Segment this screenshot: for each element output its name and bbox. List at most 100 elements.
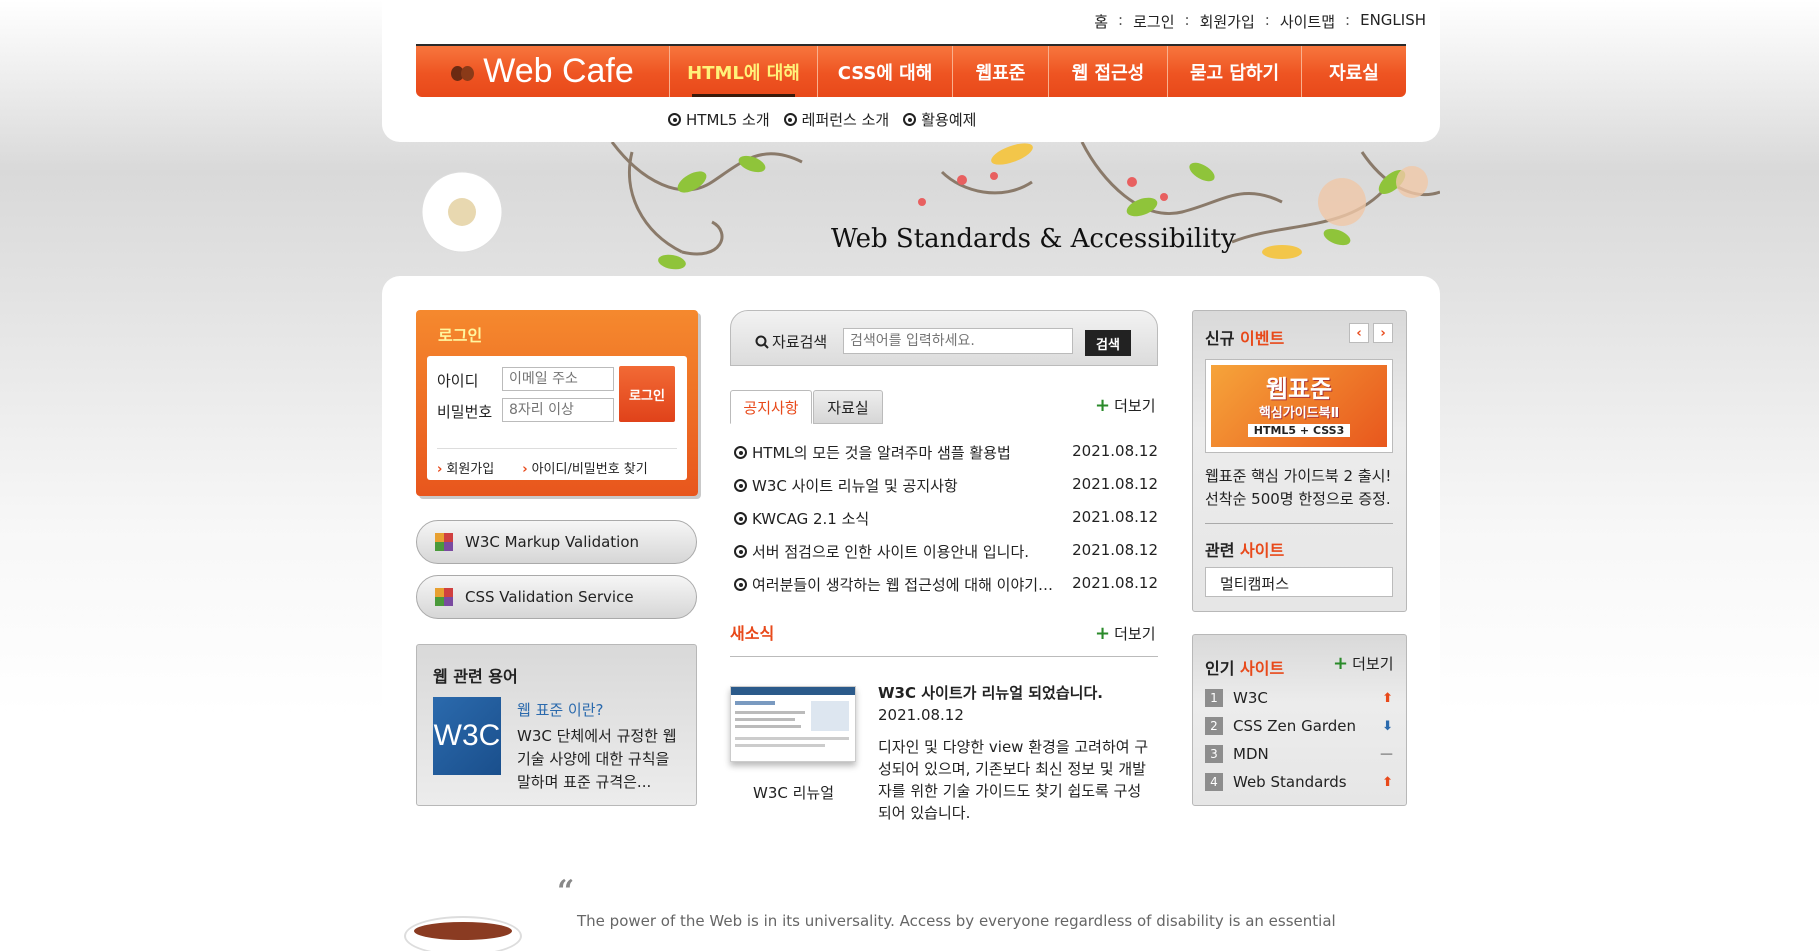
logo-text: Web Cafe — [483, 52, 634, 90]
separator: : — [1118, 11, 1124, 29]
news-title: 새소식 — [730, 624, 775, 643]
gnb-web-standards[interactable]: 웹표준 — [953, 46, 1049, 97]
list-item[interactable]: W3C 사이트 리뉴얼 및 공지사항 2021.08.12 — [734, 475, 1158, 496]
gnb-accessibility[interactable]: 웹 접근성 — [1049, 46, 1168, 97]
utility-nav: 홈: 로그인: 회원가입: 사이트맵: ENGLISH — [1094, 11, 1426, 32]
rank-site-name: MDN — [1233, 745, 1269, 763]
login-button[interactable]: 로그인 — [619, 366, 675, 422]
coffee-bean-icon — [451, 64, 475, 81]
more-label: 더보기 — [1114, 397, 1156, 415]
rank-number: 3 — [1205, 745, 1223, 763]
login-box: 로그인 아이디 비밀번호 로그인 ›회원가입 ›아이디/비밀번호 찾기 — [416, 310, 698, 496]
password-input[interactable] — [502, 398, 614, 422]
rank-number: 2 — [1205, 717, 1223, 735]
rank-number: 1 — [1205, 689, 1223, 707]
rank-row[interactable]: 4 Web Standards ⬆ — [1205, 773, 1393, 791]
web-terms-box: 웹 관련 용어 W3C 웹 표준 이란? W3C 단체에서 규정한 웹 기술 사… — [416, 644, 697, 806]
plus-icon: + — [1095, 623, 1111, 644]
util-home-link[interactable]: 홈 — [1094, 11, 1108, 32]
login-title: 로그인 — [438, 326, 483, 345]
news-more-link[interactable]: + 더보기 — [1095, 623, 1156, 644]
list-item[interactable]: KWCAG 2.1 소식 2021.08.12 — [734, 508, 1158, 529]
find-account-label: 아이디/비밀번호 찾기 — [531, 462, 648, 477]
notice-date: 2021.08.12 — [1072, 475, 1158, 493]
terms-title: 웹 관련 용어 — [433, 667, 518, 686]
global-nav: Web Cafe HTML에 대해 CSS에 대해 웹표준 웹 접근성 묻고 답… — [416, 44, 1406, 97]
css-validation-button[interactable]: CSS Validation Service — [416, 575, 697, 619]
search-button[interactable]: 검색 — [1085, 330, 1131, 356]
rank-number: 4 — [1205, 773, 1223, 791]
news-body: 디자인 및 다양한 view 환경을 고려하여 구성되어 있으며, 기존보다 최… — [878, 738, 1149, 822]
notice-more-link[interactable]: + 더보기 — [1095, 395, 1156, 416]
bullet-icon — [903, 113, 917, 126]
popular-box: 인기 사이트 + 더보기 1 W3C ⬆ 2 CSS Zen Garden ⬇ 3… — [1192, 634, 1407, 806]
util-join-link[interactable]: 회원가입 — [1200, 11, 1255, 32]
rank-row[interactable]: 1 W3C ⬆ — [1205, 689, 1393, 707]
floral-decoration — [421, 142, 1440, 270]
w3c-logo: W3C — [433, 697, 501, 775]
find-account-link[interactable]: › 아이디/비밀번호 찾기 — [522, 458, 648, 477]
popular-more-link[interactable]: + 더보기 — [1333, 653, 1394, 674]
search-input[interactable] — [843, 328, 1073, 354]
news-thumbnail[interactable] — [730, 686, 856, 762]
tab-notice[interactable]: 공지사항 — [730, 390, 812, 424]
separator: : — [1184, 11, 1190, 29]
util-login-link[interactable]: 로그인 — [1133, 11, 1174, 32]
notice-title: 서버 점검으로 인한 사이트 이용안내 입니다. — [752, 543, 1030, 561]
chevron-right-icon: › — [522, 462, 528, 477]
popular-title-a: 인기 — [1205, 659, 1235, 678]
subnav-item-reference[interactable]: 레퍼런스 소개 — [783, 109, 889, 130]
site-logo[interactable]: Web Cafe — [416, 46, 670, 97]
notice-title: HTML의 모든 것을 알려주마 샘플 활용법 — [752, 444, 1011, 462]
markup-validation-button[interactable]: W3C Markup Validation — [416, 520, 697, 564]
subnav-item-html5[interactable]: HTML5 소개 — [668, 109, 770, 130]
news-date: 2021.08.12 — [878, 706, 964, 724]
bullet-icon — [734, 578, 747, 591]
gnb-qna[interactable]: 묻고 답하기 — [1168, 46, 1302, 97]
gnb-archive[interactable]: 자료실 — [1302, 46, 1406, 97]
notice-date: 2021.08.12 — [1072, 442, 1158, 460]
search-icon — [755, 335, 769, 349]
related-title: 관련 사이트 — [1205, 537, 1284, 561]
prev-arrow-button[interactable]: ‹ — [1349, 323, 1369, 343]
notice-date: 2021.08.12 — [1072, 541, 1158, 559]
next-arrow-button[interactable]: › — [1373, 323, 1393, 343]
related-title-a: 관련 — [1205, 541, 1235, 560]
subnav-item-examples[interactable]: 활용예제 — [903, 109, 976, 130]
id-input[interactable] — [502, 367, 614, 391]
util-english-link[interactable]: ENGLISH — [1360, 11, 1426, 32]
rank-site-name: Web Standards — [1233, 773, 1347, 791]
coffee-cup-image — [404, 916, 522, 951]
event-book-image[interactable]: 웹표준 핵심가이드북Ⅱ HTML5 + CSS3 — [1205, 359, 1393, 453]
news-headline[interactable]: W3C 사이트가 리뉴얼 되었습니다. — [878, 682, 1103, 703]
list-item[interactable]: 여러분들이 생각하는 웹 접근성에 대해 이야기… 2021.08.12 — [734, 574, 1158, 595]
w3c-site-screenshot — [731, 687, 855, 747]
search-bar: 자료검색 검색 — [730, 310, 1158, 366]
list-item[interactable]: HTML의 모든 것을 알려주마 샘플 활용법 2021.08.12 — [734, 442, 1158, 463]
book-cover: 웹표준 핵심가이드북Ⅱ HTML5 + CSS3 — [1211, 365, 1387, 447]
separator: : — [1264, 11, 1270, 29]
bullet-icon — [734, 446, 747, 459]
list-item[interactable]: 서버 점검으로 인한 사이트 이용안내 입니다. 2021.08.12 — [734, 541, 1158, 562]
separator: : — [1345, 11, 1351, 29]
banner-title: Web Standards & Accessibility — [831, 224, 1236, 254]
gnb-html[interactable]: HTML에 대해 — [670, 46, 818, 97]
book-subtitle: 핵심가이드북Ⅱ — [1258, 405, 1340, 421]
pw-label: 비밀번호 — [437, 403, 493, 421]
related-site-select[interactable]: 멀티캠퍼스 — [1205, 567, 1393, 597]
terms-question-link[interactable]: 웹 표준 이란? — [517, 699, 604, 720]
divider — [1205, 523, 1393, 524]
tab-archive[interactable]: 자료실 — [813, 390, 883, 424]
gnb-css[interactable]: CSS에 대해 — [818, 46, 953, 97]
rank-row[interactable]: 2 CSS Zen Garden ⬇ — [1205, 717, 1393, 735]
util-sitemap-link[interactable]: 사이트맵 — [1280, 11, 1335, 32]
bullet-icon — [734, 545, 747, 558]
arrow-up-icon: ⬆ — [1382, 774, 1393, 790]
popular-title: 인기 사이트 — [1205, 655, 1284, 679]
rank-site-name: CSS Zen Garden — [1233, 717, 1357, 735]
rank-row[interactable]: 3 MDN — — [1205, 745, 1393, 763]
event-box: 신규 이벤트 ‹ › 웹표준 핵심가이드북Ⅱ HTML5 + CSS3 웹표준 … — [1192, 310, 1407, 612]
join-link[interactable]: › 회원가입 — [437, 458, 494, 477]
dash-icon: — — [1380, 746, 1393, 762]
subnav-label: 활용예제 — [921, 111, 977, 129]
